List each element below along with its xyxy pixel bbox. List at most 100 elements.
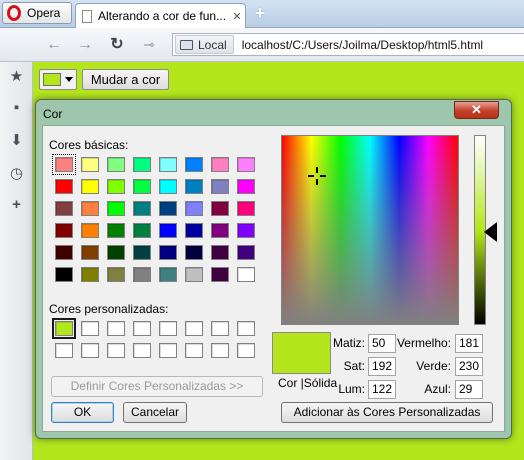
custom-color-swatch[interactable] [185,321,203,336]
basic-color-swatch[interactable] [185,245,203,260]
basic-color-swatch[interactable] [55,245,73,260]
history-icon[interactable]: ◷ [8,165,25,182]
local-badge[interactable]: Local [175,35,234,54]
dialog-close-button[interactable]: ✕ [454,101,499,119]
reload-icon[interactable]: ↻ [108,36,126,54]
basic-color-swatch[interactable] [159,223,177,238]
tab-close-icon[interactable]: ✕ [229,10,245,23]
address-bar[interactable]: Local localhost/C:/Users/Joilma/Desktop/… [172,33,524,56]
basic-color-swatch[interactable] [55,267,73,282]
basic-color-swatch[interactable] [185,267,203,282]
basic-color-swatch[interactable] [185,179,203,194]
basic-selection-frame [52,154,76,175]
basic-color-swatch[interactable] [159,201,177,216]
custom-color-swatch[interactable] [81,321,99,336]
green-field[interactable]: 230 [455,357,483,376]
back-icon[interactable]: ← [45,36,63,54]
lum-field[interactable]: 122 [368,380,396,399]
basic-color-swatch[interactable] [211,179,229,194]
basic-color-swatch[interactable] [55,223,73,238]
custom-color-swatch[interactable] [237,343,255,358]
sat-field[interactable]: 192 [368,357,396,376]
basic-color-swatch[interactable] [133,267,151,282]
basic-color-swatch[interactable] [185,223,203,238]
blue-field[interactable]: 29 [455,380,483,399]
basic-color-swatch[interactable] [107,157,125,172]
basic-color-swatch[interactable] [185,157,203,172]
basic-color-swatch[interactable] [81,245,99,260]
basic-color-swatch[interactable] [237,179,255,194]
change-color-button[interactable]: Mudar a cor [82,69,169,90]
cancel-button[interactable]: Cancelar [123,402,187,423]
basic-color-swatch[interactable] [107,267,125,282]
basic-color-swatch[interactable] [237,267,255,282]
basic-color-swatch[interactable] [55,179,73,194]
basic-color-swatch[interactable] [133,179,151,194]
red-label: Vermelho: [396,336,451,350]
custom-color-swatch[interactable] [159,321,177,336]
color-input-swatch [43,73,61,86]
color-input[interactable] [39,69,77,90]
color-spectrum[interactable] [281,135,459,325]
hue-label: Matiz: [332,336,365,350]
browser-tab[interactable]: Alterando a cor de fun... ✕ [75,3,246,28]
basic-color-swatch[interactable] [211,245,229,260]
custom-color-swatch[interactable] [159,343,177,358]
define-custom-colors-button[interactable]: Definir Cores Personalizadas >> [51,376,263,397]
basic-color-swatch[interactable] [211,223,229,238]
custom-color-swatch[interactable] [107,343,125,358]
basic-color-swatch[interactable] [237,201,255,216]
basic-color-swatch[interactable] [211,157,229,172]
blue-label: Azul: [424,382,451,396]
basic-color-swatch[interactable] [211,267,229,282]
basic-color-swatch[interactable] [159,245,177,260]
speed-dial-star-icon[interactable]: ★ [8,68,25,85]
key-icon[interactable]: ⊸ [138,36,160,54]
custom-color-swatch[interactable] [185,343,203,358]
basic-color-swatch[interactable] [107,179,125,194]
custom-color-swatch[interactable] [133,321,151,336]
basic-color-swatch[interactable] [107,245,125,260]
forward-icon[interactable]: → [76,36,94,54]
custom-color-swatch[interactable] [107,321,125,336]
add-to-custom-colors-button[interactable]: Adicionar às Cores Personalizadas [281,402,493,423]
downloads-icon[interactable]: ⬇ [8,132,25,149]
tab-bar: Opera Alterando a cor de fun... ✕ + [0,0,524,28]
basic-color-swatch[interactable] [133,245,151,260]
custom-color-swatch[interactable] [211,321,229,336]
custom-color-swatch[interactable] [133,343,151,358]
custom-color-swatch[interactable] [211,343,229,358]
notes-icon[interactable]: ▪ [8,99,25,116]
luminance-arrow-icon[interactable] [484,222,497,242]
basic-color-swatch[interactable] [81,201,99,216]
custom-color-swatch[interactable] [55,343,73,358]
basic-color-swatch[interactable] [55,201,73,216]
custom-color-swatch[interactable] [237,321,255,336]
basic-color-swatch[interactable] [133,201,151,216]
add-panel-icon[interactable]: + [8,196,25,213]
basic-color-swatch[interactable] [159,267,177,282]
basic-color-swatch[interactable] [211,201,229,216]
basic-color-swatch[interactable] [237,157,255,172]
basic-color-swatch[interactable] [133,157,151,172]
basic-color-swatch[interactable] [237,245,255,260]
basic-color-swatch[interactable] [107,201,125,216]
basic-color-swatch[interactable] [81,223,99,238]
ok-button[interactable]: OK [51,402,114,423]
custom-color-swatch[interactable] [81,343,99,358]
basic-color-swatch[interactable] [133,223,151,238]
basic-color-swatch[interactable] [159,179,177,194]
custom-colors-label: Cores personalizadas: [49,302,169,316]
opera-menu-button[interactable]: Opera [2,2,72,24]
basic-color-swatch[interactable] [81,267,99,282]
basic-color-swatch[interactable] [107,223,125,238]
red-field[interactable]: 181 [455,334,483,353]
basic-color-swatch[interactable] [81,157,99,172]
basic-color-swatch[interactable] [159,157,177,172]
hue-field[interactable]: 50 [368,334,396,353]
basic-color-swatch[interactable] [237,223,255,238]
address-url[interactable]: localhost/C:/Users/Joilma/Desktop/html5.… [242,38,483,52]
new-tab-icon[interactable]: + [252,4,268,22]
basic-color-swatch[interactable] [81,179,99,194]
basic-color-swatch[interactable] [185,201,203,216]
